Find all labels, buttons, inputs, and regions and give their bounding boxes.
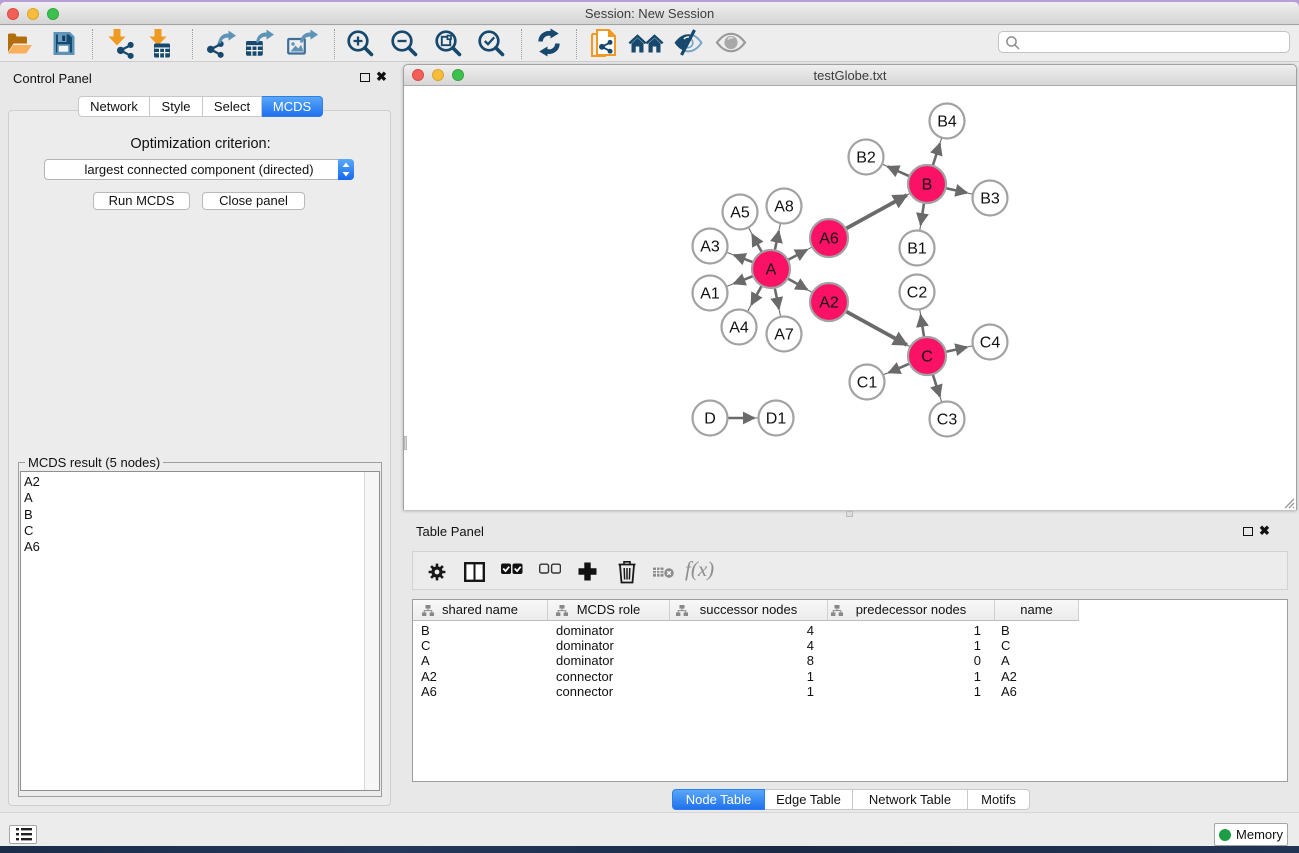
svg-text:B: B <box>922 177 933 194</box>
svg-text:B2: B2 <box>856 150 876 167</box>
svg-text:C3: C3 <box>937 412 958 429</box>
svg-text:A6: A6 <box>819 231 839 248</box>
svg-text:A: A <box>766 262 777 279</box>
svg-text:A3: A3 <box>700 239 720 256</box>
svg-text:A2: A2 <box>819 295 839 312</box>
svg-text:A5: A5 <box>730 205 750 222</box>
svg-text:C2: C2 <box>907 285 928 302</box>
svg-text:A8: A8 <box>774 199 794 216</box>
svg-text:A7: A7 <box>774 327 794 344</box>
svg-text:B1: B1 <box>907 241 927 258</box>
svg-text:A4: A4 <box>729 320 749 337</box>
svg-text:C4: C4 <box>980 335 1001 352</box>
svg-text:A1: A1 <box>700 286 720 303</box>
svg-text:B4: B4 <box>937 114 957 131</box>
svg-text:C1: C1 <box>857 375 878 392</box>
svg-text:C: C <box>921 349 933 366</box>
svg-text:D1: D1 <box>766 411 787 428</box>
svg-text:D: D <box>704 411 716 428</box>
svg-text:B3: B3 <box>980 191 1000 208</box>
